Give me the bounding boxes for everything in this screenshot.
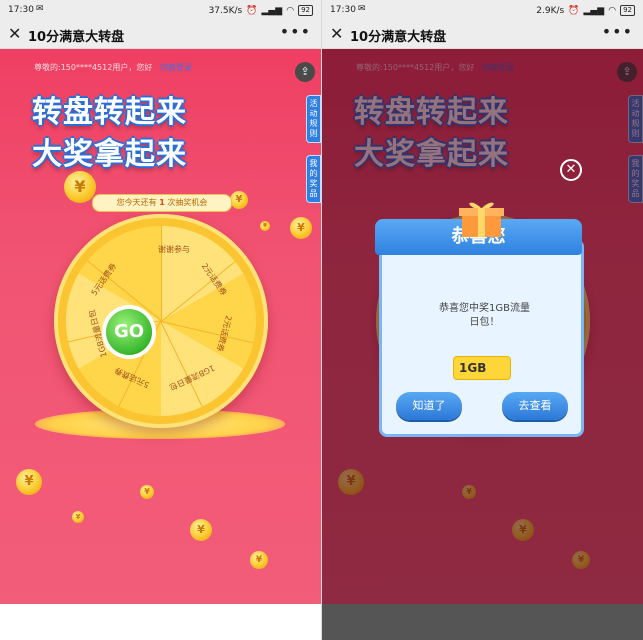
modal-message: 恭喜您中奖1GB流量 日包！ (402, 302, 567, 330)
prize-modal: 恭喜您中奖1GB流量 日包！ 1GB 知道了 去查看 恭喜您 (375, 202, 584, 437)
more-icon[interactable]: ••• (602, 22, 633, 41)
status-time: 17:30 (330, 5, 356, 15)
wheel-prize: 2元话费券 (199, 261, 229, 298)
wheel-divider (161, 226, 162, 321)
status-indicators: 2.9K/s ⏰ ▂▄▆ ◠ 92 (536, 5, 635, 16)
view-prize-button[interactable]: 去查看 (502, 392, 568, 420)
wheel-face: 谢谢参与 2元话费券 2元话费券 1GB流量日包 5元话费券 1GB流量日包 5… (66, 226, 256, 416)
share-icon[interactable]: ⇪ (295, 62, 315, 82)
nav-bar: ✕ 10分满意大转盘 ••• (0, 20, 321, 49)
alarm-icon: ⏰ (246, 5, 258, 16)
close-icon[interactable]: ✕ (560, 159, 582, 181)
coin-icon: ¥ (72, 511, 84, 523)
coin-icon: ¥ (260, 221, 270, 231)
user-greeting: 尊敬的:150****4512用户，您好 (34, 63, 153, 72)
headline-line2: 大奖拿起来 (32, 137, 187, 172)
lottery-page: 尊敬的:150****4512用户，您好 切换登录 ⇪ 活动规则 我的奖品 转盘… (322, 49, 643, 604)
wheel-prize: 1GB流量日包 (167, 363, 217, 392)
more-icon[interactable]: ••• (280, 22, 311, 41)
gift-box-icon (459, 202, 504, 237)
wifi-icon: ◠ (286, 5, 295, 16)
status-time: 17:30 (8, 5, 34, 15)
nav-bar: ✕ 10分满意大转盘 ••• (322, 20, 643, 49)
coin-icon: ¥ (250, 551, 268, 569)
page-footer (322, 604, 643, 640)
status-indicators: 37.5K/s ⏰ ▂▄▆ ◠ 92 (209, 5, 313, 16)
data-ticket: 1GB (454, 357, 510, 379)
lottery-page: 尊敬的:150****4512用户，您好 切换登录 ⇪ 活动规则 我的奖品 转盘… (0, 49, 321, 604)
signal-icon: ▂▄▆ (261, 5, 283, 16)
mail-icon: ✉ (358, 4, 366, 14)
page-title: 10分满意大转盘 (28, 30, 125, 45)
chance-counter: 您今天还有 1 次抽奖机会 (92, 194, 232, 212)
wheel-prize: 5元话费券 (113, 365, 151, 390)
phone-screen-before: 17:30 ✉ 37.5K/s ⏰ ▂▄▆ ◠ 92 ✕ 10分满意大转盘 ••… (0, 0, 321, 640)
wifi-icon: ◠ (608, 5, 617, 16)
chance-suffix: 次抽奖机会 (167, 198, 208, 207)
page-title: 10分满意大转盘 (350, 30, 447, 45)
coin-icon: ¥ (290, 217, 312, 239)
close-icon[interactable]: ✕ (330, 24, 343, 43)
page-footer (0, 604, 321, 640)
my-prizes-tab[interactable]: 我的奖品 (306, 155, 321, 203)
modal-card: 恭喜您中奖1GB流量 日包！ 1GB 知道了 去查看 (379, 239, 584, 437)
coin-icon: ¥ (16, 469, 42, 495)
rules-tab[interactable]: 活动规则 (306, 95, 321, 143)
status-bar: 17:30 ✉ 37.5K/s ⏰ ▂▄▆ ◠ 92 (0, 0, 321, 20)
wheel-divider (160, 321, 254, 344)
coin-icon: ¥ (140, 485, 154, 499)
headline-line1: 转盘转起来 (32, 95, 187, 130)
modal-message-line2: 日包！ (469, 317, 500, 328)
modal-message-line1: 恭喜您中奖1GB流量 (439, 303, 530, 314)
phone-screen-after: 17:30 ✉ 2.9K/s ⏰ ▂▄▆ ◠ 92 ✕ 10分满意大转盘 •••… (322, 0, 643, 640)
go-button[interactable]: GO (106, 309, 152, 355)
chance-count: 1 (159, 198, 165, 207)
battery-icon: 92 (620, 5, 635, 16)
coin-icon: ¥ (190, 519, 212, 541)
close-icon[interactable]: ✕ (8, 24, 21, 43)
got-it-button[interactable]: 知道了 (396, 392, 462, 420)
wheel-prize: 谢谢参与 (158, 245, 190, 254)
prize-wheel: 谢谢参与 2元话费券 2元话费券 1GB流量日包 5元话费券 1GB流量日包 5… (54, 214, 268, 428)
alarm-icon: ⏰ (568, 5, 580, 16)
battery-icon: 92 (298, 5, 313, 16)
status-bar: 17:30 ✉ 2.9K/s ⏰ ▂▄▆ ◠ 92 (322, 0, 643, 20)
coin-icon: ¥ (64, 171, 96, 203)
chance-prefix: 您今天还有 (116, 198, 157, 207)
network-speed: 2.9K/s (536, 5, 565, 16)
signal-icon: ▂▄▆ (583, 5, 605, 16)
coin-icon: ¥ (230, 191, 248, 209)
network-speed: 37.5K/s (208, 5, 243, 16)
mail-icon: ✉ (36, 4, 44, 14)
wheel-prize: 5元话费券 (89, 261, 119, 298)
switch-login-link[interactable]: 切换登录 (160, 62, 192, 73)
